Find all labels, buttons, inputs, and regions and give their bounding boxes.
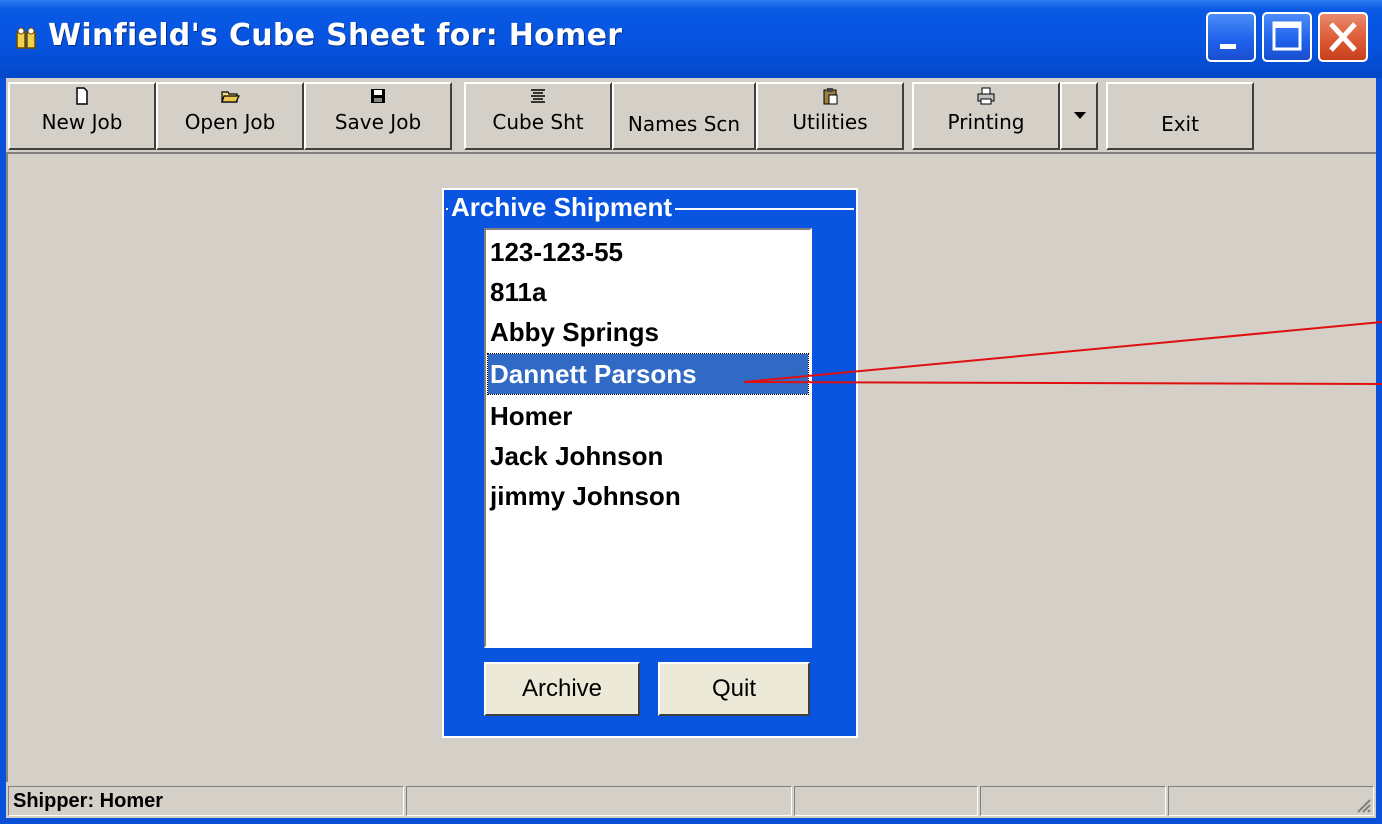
list-item-selected[interactable]: Dannett Parsons: [487, 353, 809, 395]
open-job-button[interactable]: Open Job: [156, 82, 304, 150]
window-title: Winfield's Cube Sheet for: Homer: [48, 18, 623, 53]
maximize-icon: [1272, 21, 1302, 51]
printer-icon: [977, 87, 995, 105]
list-item[interactable]: 811a: [488, 272, 808, 312]
close-icon: [1329, 22, 1357, 52]
names-scn-label: Names Scn: [627, 112, 741, 136]
open-folder-icon: [221, 91, 240, 103]
archive-shipment-title: Archive Shipment: [448, 192, 676, 223]
toolbar: New Job Open Job Save Job Cube Sht Names…: [6, 78, 1376, 154]
save-job-label: Save Job: [334, 110, 422, 134]
exit-label: Exit: [1161, 112, 1199, 136]
quit-button[interactable]: Quit: [658, 662, 810, 716]
new-job-button[interactable]: New Job: [8, 82, 156, 150]
title-bar[interactable]: Winfield's Cube Sheet for: Homer: [0, 0, 1382, 78]
resize-grip-icon[interactable]: [1352, 794, 1372, 814]
chevron-down-icon: [1074, 112, 1086, 119]
new-job-label: New Job: [41, 110, 123, 134]
clipboard-icon: [823, 88, 838, 105]
utilities-button[interactable]: Utilities: [756, 82, 904, 150]
cube-sht-label: Cube Sht: [492, 110, 584, 134]
utilities-label: Utilities: [792, 110, 868, 134]
cube-sheet-icon: [531, 89, 545, 103]
status-panel-3: [794, 786, 978, 816]
status-panel-5: [1168, 786, 1374, 816]
save-job-button[interactable]: Save Job: [304, 82, 452, 150]
status-panel-4: [980, 786, 1166, 816]
list-item[interactable]: jimmy Johnson: [488, 476, 808, 516]
list-item[interactable]: 123-123-55: [488, 232, 808, 272]
names-scn-button[interactable]: Names Scn: [612, 82, 756, 150]
save-disk-icon: [371, 89, 385, 103]
minimize-icon: [1220, 44, 1236, 49]
list-item[interactable]: Homer: [488, 396, 808, 436]
cube-sht-button[interactable]: Cube Sht: [464, 82, 612, 150]
archive-button[interactable]: Archive: [484, 662, 640, 716]
printing-label: Printing: [947, 110, 1025, 134]
app-icon: [16, 27, 36, 49]
status-bar: Shipper: Homer: [6, 782, 1376, 818]
open-job-label: Open Job: [184, 110, 276, 134]
exit-button[interactable]: Exit: [1106, 82, 1254, 150]
maximize-button[interactable]: [1262, 12, 1312, 62]
list-item[interactable]: Jack Johnson: [488, 436, 808, 476]
printing-dropdown-button[interactable]: [1060, 82, 1098, 150]
list-item[interactable]: Abby Springs: [488, 312, 808, 352]
printing-button[interactable]: Printing: [912, 82, 1060, 150]
status-shipper: Shipper: Homer: [8, 786, 404, 816]
status-panel-2: [406, 786, 792, 816]
new-document-icon: [76, 87, 88, 105]
close-button[interactable]: [1318, 12, 1368, 62]
minimize-button[interactable]: [1206, 12, 1256, 62]
app-window: Winfield's Cube Sheet for: Homer New Job…: [0, 0, 1382, 824]
shipment-listbox[interactable]: 123-123-55 811a Abby Springs Dannett Par…: [484, 228, 812, 648]
